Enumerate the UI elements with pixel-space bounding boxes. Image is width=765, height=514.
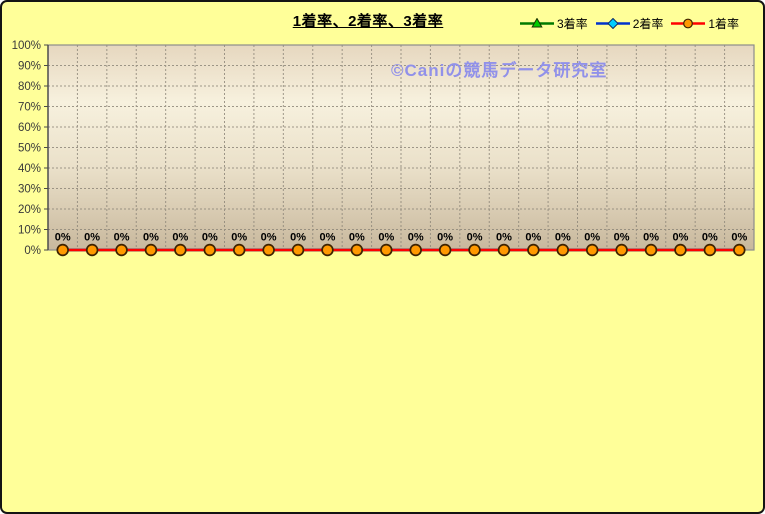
- y-tick-label: 50%: [18, 143, 41, 155]
- data-point-marker: [616, 245, 627, 256]
- data-point-label: 0%: [349, 232, 365, 244]
- y-tick-label: 40%: [18, 163, 41, 175]
- data-point-label: 0%: [643, 232, 659, 244]
- data-point-marker: [116, 245, 127, 256]
- data-point-label: 0%: [290, 232, 306, 244]
- data-point-label: 0%: [172, 232, 188, 244]
- data-point-label: 0%: [496, 232, 512, 244]
- data-point-marker: [469, 245, 480, 256]
- data-point-label: 0%: [614, 232, 630, 244]
- data-point-marker: [175, 245, 186, 256]
- chart-window: 1着率、2着率、3着率 3着率 2着率 1着率 0%10%20%30%40%50…: [0, 0, 765, 514]
- data-point-marker: [204, 245, 215, 256]
- data-point-marker: [322, 245, 333, 256]
- data-point-label: 0%: [467, 232, 483, 244]
- data-point-label: 0%: [320, 232, 336, 244]
- data-point-label: 0%: [584, 232, 600, 244]
- data-point-label: 0%: [702, 232, 718, 244]
- data-point-marker: [646, 245, 657, 256]
- data-point-label: 0%: [55, 232, 71, 244]
- data-point-marker: [234, 245, 245, 256]
- data-point-label: 0%: [408, 232, 424, 244]
- data-point-marker: [87, 245, 98, 256]
- y-tick-label: 100%: [12, 40, 41, 52]
- data-point-label: 0%: [84, 232, 100, 244]
- data-point-marker: [704, 245, 715, 256]
- data-point-marker: [499, 245, 510, 256]
- data-point-marker: [675, 245, 686, 256]
- data-point-marker: [587, 245, 598, 256]
- data-point-marker: [146, 245, 157, 256]
- data-point-marker: [57, 245, 68, 256]
- data-point-marker: [440, 245, 451, 256]
- data-point-marker: [528, 245, 539, 256]
- data-point-marker: [410, 245, 421, 256]
- y-tick-label: 80%: [18, 81, 41, 93]
- y-tick-label: 20%: [18, 204, 41, 216]
- y-tick-label: 70%: [18, 102, 41, 114]
- data-point-label: 0%: [231, 232, 247, 244]
- data-point-marker: [351, 245, 362, 256]
- data-point-label: 0%: [673, 232, 689, 244]
- plot-area: 0%10%20%30%40%50%60%70%80%90%100%0%0%0%0…: [2, 2, 765, 514]
- data-point-label: 0%: [202, 232, 218, 244]
- y-tick-label: 60%: [18, 122, 41, 134]
- y-tick-label: 0%: [24, 245, 41, 257]
- data-point-label: 0%: [143, 232, 159, 244]
- y-tick-label: 90%: [18, 61, 41, 73]
- data-point-marker: [381, 245, 392, 256]
- data-point-label: 0%: [555, 232, 571, 244]
- data-point-marker: [557, 245, 568, 256]
- data-point-label: 0%: [731, 232, 747, 244]
- data-point-label: 0%: [378, 232, 394, 244]
- data-point-label: 0%: [261, 232, 277, 244]
- data-point-marker: [734, 245, 745, 256]
- data-point-marker: [263, 245, 274, 256]
- data-point-marker: [293, 245, 304, 256]
- y-tick-label: 10%: [18, 225, 41, 237]
- y-tick-label: 30%: [18, 184, 41, 196]
- data-point-label: 0%: [437, 232, 453, 244]
- y-axis-labels: 0% 10% 20% 30% 40% 50% 60% 70% 80% 90% 100%: [12, 40, 41, 257]
- data-point-label: 0%: [525, 232, 541, 244]
- data-point-label: 0%: [114, 232, 130, 244]
